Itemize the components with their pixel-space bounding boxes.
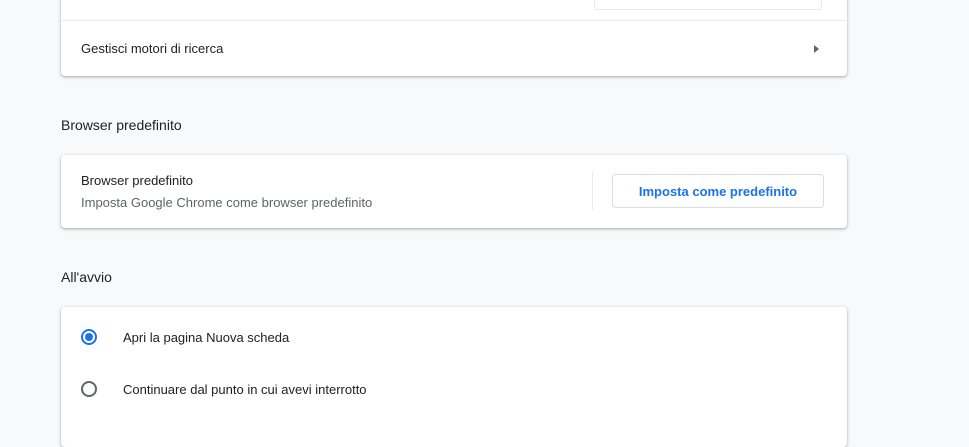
vertical-separator bbox=[592, 172, 593, 210]
startup-section-title: All'avvio bbox=[61, 269, 112, 285]
default-browser-section-title: Browser predefinito bbox=[61, 117, 182, 133]
default-browser-primary-text: Browser predefinito bbox=[81, 173, 193, 188]
startup-option-label: Apri la pagina Nuova scheda bbox=[123, 329, 290, 345]
search-engine-dropdown[interactable] bbox=[594, 0, 822, 10]
startup-option-label: Continuare dal punto in cui avevi interr… bbox=[123, 381, 367, 397]
default-browser-secondary-text: Imposta Google Chrome come browser prede… bbox=[81, 195, 373, 210]
default-browser-card: Browser predefinito Imposta Google Chrom… bbox=[61, 155, 847, 228]
startup-card: Apri la pagina Nuova scheda Continuare d… bbox=[61, 307, 847, 447]
manage-search-engines-row[interactable]: Gestisci motori di ricerca bbox=[61, 21, 847, 76]
search-engine-card: Gestisci motori di ricerca bbox=[61, 0, 847, 76]
radio-checked-icon[interactable] bbox=[81, 329, 97, 345]
startup-option-new-tab[interactable]: Apri la pagina Nuova scheda bbox=[81, 327, 289, 347]
set-default-button[interactable]: Imposta come predefinito bbox=[612, 174, 824, 208]
arrow-right-icon bbox=[814, 44, 819, 53]
startup-option-continue[interactable]: Continuare dal punto in cui avevi interr… bbox=[81, 379, 367, 399]
radio-unchecked-icon[interactable] bbox=[81, 381, 97, 397]
default-browser-text: Browser predefinito Imposta Google Chrom… bbox=[81, 172, 372, 212]
manage-search-engines-label: Gestisci motori di ricerca bbox=[81, 41, 224, 56]
